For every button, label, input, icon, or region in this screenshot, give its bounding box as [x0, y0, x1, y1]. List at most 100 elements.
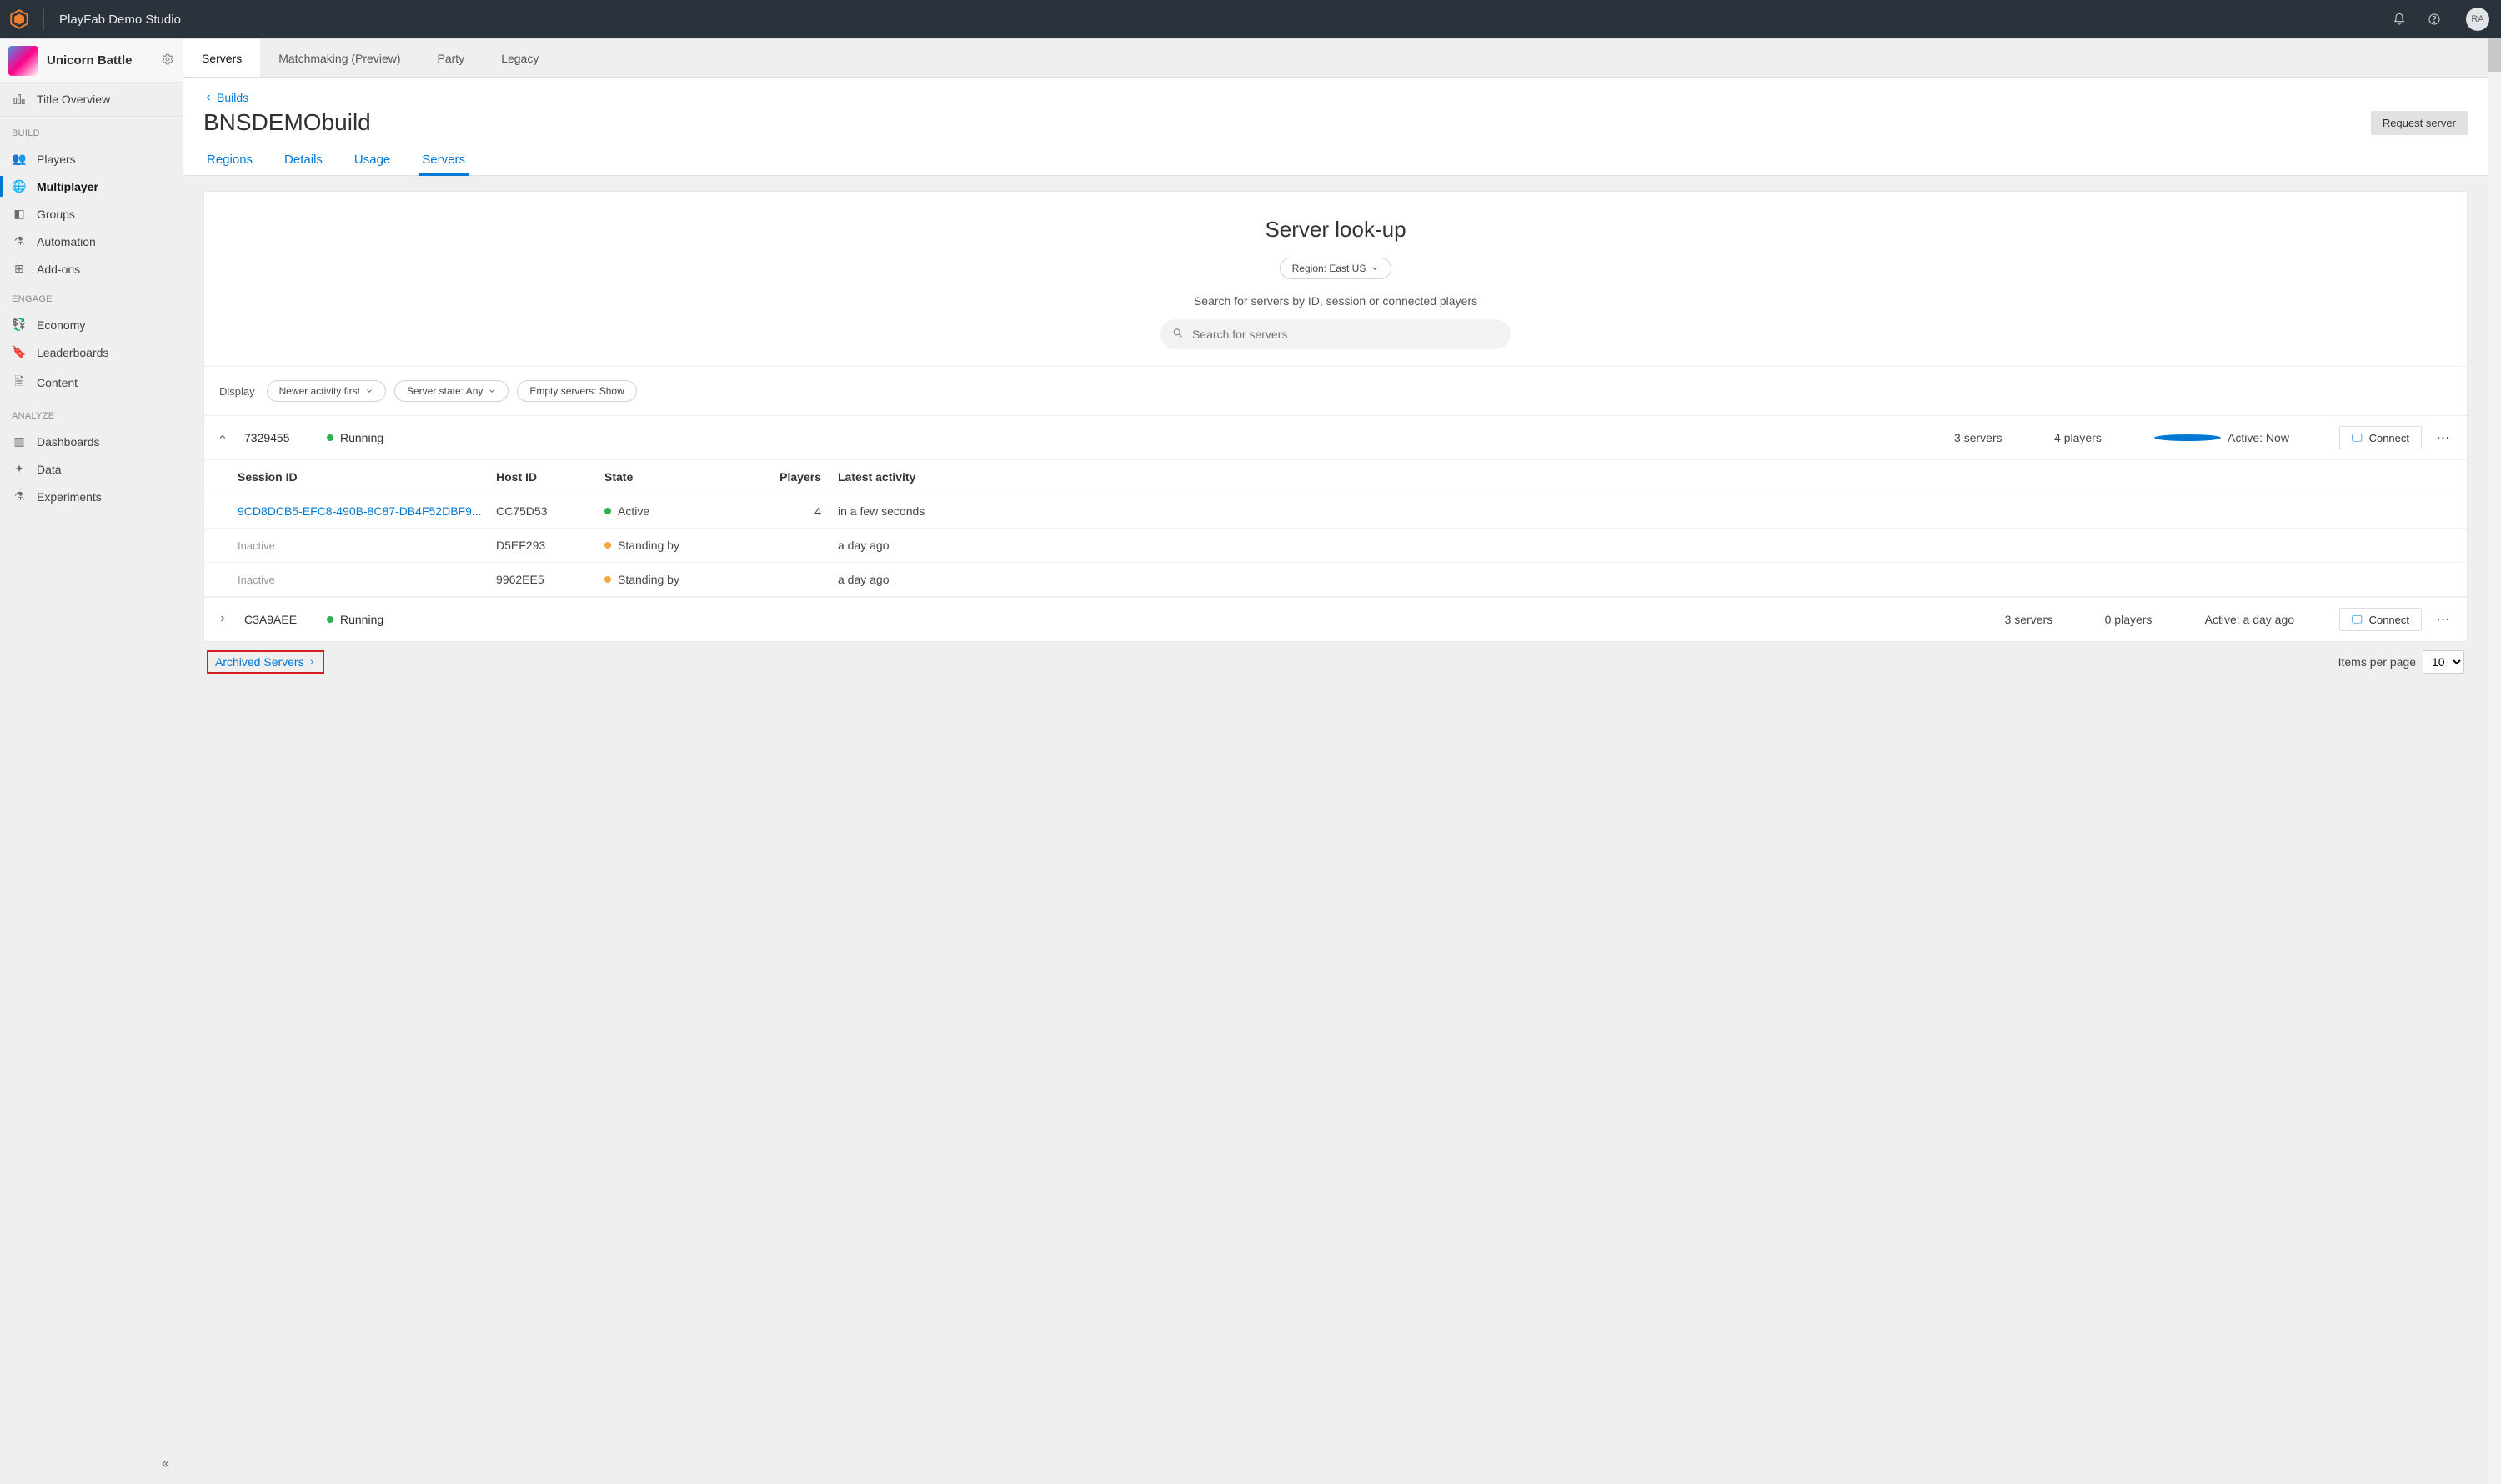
connect-button[interactable]: 🖵Connect	[2339, 608, 2422, 631]
brand-name[interactable]: PlayFab Demo Studio	[59, 13, 181, 27]
section-label-engage: ENGAGE	[0, 283, 183, 311]
sidebar-item-label: Players	[37, 153, 76, 166]
table-row: 9CD8DCB5-EFC8-490B-8C87-DB4F52DBF9... CC…	[204, 494, 2467, 529]
vm-players-count: 0 players	[2105, 613, 2172, 626]
request-server-button[interactable]: Request server	[2371, 111, 2468, 135]
tab-party[interactable]: Party	[419, 39, 484, 77]
sidebar-item-title-overview[interactable]: Title Overview	[0, 83, 183, 117]
archived-servers-link[interactable]: Archived Servers	[207, 650, 324, 674]
server-search-box	[1160, 319, 1511, 349]
breadcrumb-builds[interactable]: Builds	[203, 91, 2468, 104]
sidebar-item-experiments[interactable]: ⚗ Experiments	[0, 483, 183, 510]
session-id-inactive: Inactive	[238, 574, 488, 586]
expand-toggle-icon[interactable]	[218, 613, 233, 626]
col-session-id: Session ID	[238, 470, 488, 484]
filter-server-state[interactable]: Server state: Any	[394, 380, 509, 402]
table-header-row: Session ID Host ID State Players Latest …	[204, 460, 2467, 494]
sidebar-item-addons[interactable]: ⊞Add-ons	[0, 255, 183, 283]
vm-status: Running	[327, 613, 410, 626]
players-icon: 👥	[12, 152, 27, 166]
sidebar-item-groups[interactable]: ◧Groups	[0, 200, 183, 228]
multiplayer-icon: 🌐	[12, 179, 27, 193]
tab-matchmaking[interactable]: Matchmaking (Preview)	[260, 39, 419, 77]
session-state: Active	[604, 504, 754, 518]
title-card[interactable]: Unicorn Battle	[0, 39, 183, 83]
scrollbar[interactable]	[2488, 38, 2501, 1484]
chevron-down-icon	[488, 387, 496, 395]
experiments-icon: ⚗	[12, 489, 27, 504]
col-host-id: Host ID	[496, 470, 596, 484]
region-filter-label: Region: East US	[1292, 263, 1366, 274]
notifications-icon[interactable]	[2388, 8, 2411, 31]
sidebar-item-data[interactable]: ✦Data	[0, 455, 183, 483]
chevron-left-icon	[203, 93, 213, 103]
sidebar-item-multiplayer[interactable]: 🌐Multiplayer	[0, 173, 183, 200]
tab-legacy[interactable]: Legacy	[483, 39, 557, 77]
status-dot-icon	[604, 542, 611, 549]
vm-id: 7329455	[244, 431, 315, 444]
monitor-icon: 🖵	[2352, 431, 2363, 444]
tab-regions[interactable]: Regions	[203, 153, 256, 175]
vm-row[interactable]: C3A9AEE Running 3 servers 0 players Acti…	[204, 598, 2467, 641]
connect-button[interactable]: 🖵Connect	[2339, 426, 2422, 449]
status-dot-icon	[604, 576, 611, 583]
brand-logo[interactable]	[8, 8, 30, 30]
sidebar-item-dashboards[interactable]: ▥Dashboards	[0, 428, 183, 455]
sidebar-item-leaderboards[interactable]: 🔖Leaderboards	[0, 338, 183, 366]
sidebar-item-label: Experiments	[37, 490, 102, 504]
scrollbar-thumb[interactable]	[2488, 38, 2501, 72]
sidebar-item-label: Economy	[37, 318, 85, 332]
tab-usage[interactable]: Usage	[351, 153, 393, 175]
status-dot-icon	[327, 616, 333, 623]
vm-servers-count: 3 servers	[2005, 613, 2072, 626]
session-latest: in a few seconds	[838, 504, 2453, 518]
tab-details[interactable]: Details	[281, 153, 326, 175]
tab-servers-sub[interactable]: Servers	[419, 153, 469, 175]
host-id: D5EF293	[496, 539, 596, 552]
status-dot-icon	[604, 508, 611, 514]
tab-servers[interactable]: Servers	[183, 39, 260, 77]
more-actions-icon[interactable]: ⋯	[2433, 611, 2453, 628]
status-dot-icon	[2154, 434, 2221, 441]
sidebar-item-label: Content	[37, 376, 78, 389]
host-id: 9962EE5	[496, 573, 596, 586]
session-id-link[interactable]: 9CD8DCB5-EFC8-490B-8C87-DB4F52DBF9...	[238, 504, 488, 518]
title-thumbnail	[8, 46, 38, 76]
chevron-down-icon	[365, 387, 373, 395]
display-filters-bar: Display Newer activity first Server stat…	[204, 366, 2467, 415]
help-icon[interactable]	[2423, 8, 2446, 31]
topbar-divider	[43, 8, 44, 30]
server-lookup-panel: Server look-up Region: East US Search fo…	[203, 191, 2468, 642]
page-title: BNSDEMObuild	[203, 109, 2371, 136]
top-bar: PlayFab Demo Studio RA	[0, 0, 2501, 38]
ipp-label: Items per page	[2338, 655, 2416, 669]
more-actions-icon[interactable]: ⋯	[2433, 429, 2453, 446]
session-latest: a day ago	[838, 539, 2453, 552]
collapse-sidebar-icon[interactable]	[154, 1453, 176, 1477]
sidebar-item-economy[interactable]: 💱Economy	[0, 311, 183, 338]
content-area: Server look-up Region: East US Search fo…	[183, 176, 2488, 1484]
expand-toggle-icon[interactable]	[218, 431, 233, 444]
sidebar-item-label: Data	[37, 463, 62, 476]
sidebar-item-label: Automation	[37, 235, 96, 248]
ipp-select[interactable]: 10	[2423, 650, 2464, 674]
sidebar: Unicorn Battle Title Overview BUILD 👥Pla…	[0, 39, 183, 1484]
sidebar-item-automation[interactable]: ⚗Automation	[0, 228, 183, 255]
sidebar-item-content[interactable]: 🗎Content	[0, 366, 183, 399]
filter-empty-servers[interactable]: Empty servers: Show	[517, 380, 636, 402]
vm-group: C3A9AEE Running 3 servers 0 players Acti…	[204, 597, 2467, 641]
groups-icon: ◧	[12, 207, 27, 221]
sidebar-item-players[interactable]: 👥 Players	[0, 145, 183, 173]
filter-sort[interactable]: Newer activity first	[267, 380, 386, 402]
host-id: CC75D53	[496, 504, 596, 518]
sidebar-item-label: Title Overview	[37, 93, 110, 106]
vm-row[interactable]: 7329455 Running 3 servers 4 players Acti…	[204, 416, 2467, 459]
user-avatar[interactable]: RA	[2466, 8, 2489, 31]
server-search-input[interactable]	[1160, 319, 1511, 349]
region-filter-pill[interactable]: Region: East US	[1280, 258, 1392, 279]
sidebar-item-label: Add-ons	[37, 263, 80, 276]
leaderboards-icon: 🔖	[12, 345, 27, 359]
vm-servers-count: 3 servers	[1954, 431, 2021, 444]
lookup-hint: Search for servers by ID, session or con…	[221, 294, 2450, 308]
gear-icon[interactable]	[161, 53, 174, 68]
